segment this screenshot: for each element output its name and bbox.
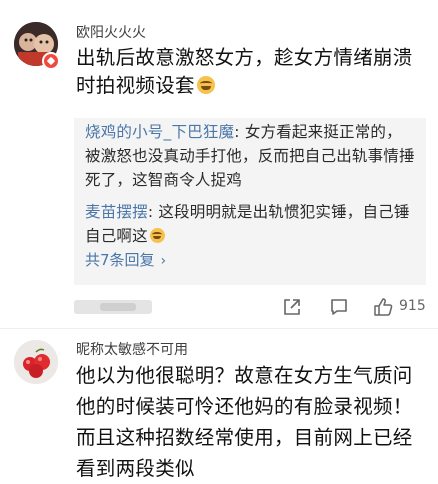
chevron-right-icon: › [160, 253, 167, 269]
thumbs-up-icon[interactable] [372, 296, 394, 318]
comment-text: 他以为他很聪明？故意在女方生气质问他的时候装可怜还他妈的有脸录视频！而且这种招数… [76, 364, 413, 480]
more-replies-label: 共7条回复 [85, 251, 155, 269]
comment-text-content: 出轨后故意激怒女方，趁女方情绪崩溃时拍视频设套 [76, 46, 413, 97]
username[interactable]: 欧阳火火火 [76, 22, 146, 42]
reply-item: 麦苗摆摆: 这段明明就是出轨惯犯实锤，自己锤自己啊这 [85, 203, 410, 245]
comment-icon[interactable] [328, 296, 350, 318]
like-count: 915 [399, 298, 426, 314]
username[interactable]: 昵称太敏感不可用 [76, 339, 188, 359]
more-replies-link[interactable]: 共7条回复 › [85, 249, 166, 270]
reply-author[interactable]: 麦苗摆摆 [85, 203, 148, 221]
reply-author[interactable]: 烧鸡的小号_下巴狂魔 [85, 123, 234, 141]
comment-actions: 915 [74, 288, 430, 326]
reply-item: 烧鸡的小号_下巴狂魔: 女方看起来挺正常的，被激怒也没真动手打他，反而把自己出轨… [85, 123, 415, 189]
timestamp-blurred [74, 300, 152, 314]
laugh-cry-emoji-icon [149, 228, 165, 243]
laugh-cry-emoji-icon [196, 76, 215, 94]
reply-preview-box[interactable]: 烧鸡的小号_下巴狂魔: 女方看起来挺正常的，被激怒也没真动手打他，反而把自己出轨… [74, 118, 426, 285]
avatar[interactable] [14, 340, 58, 384]
avatar-image [14, 340, 58, 384]
divider [0, 328, 438, 329]
share-icon[interactable] [281, 296, 303, 318]
comment-text: 出轨后故意激怒女方，趁女方情绪崩溃时拍视频设套 [76, 44, 426, 100]
verified-badge-icon [42, 52, 60, 70]
